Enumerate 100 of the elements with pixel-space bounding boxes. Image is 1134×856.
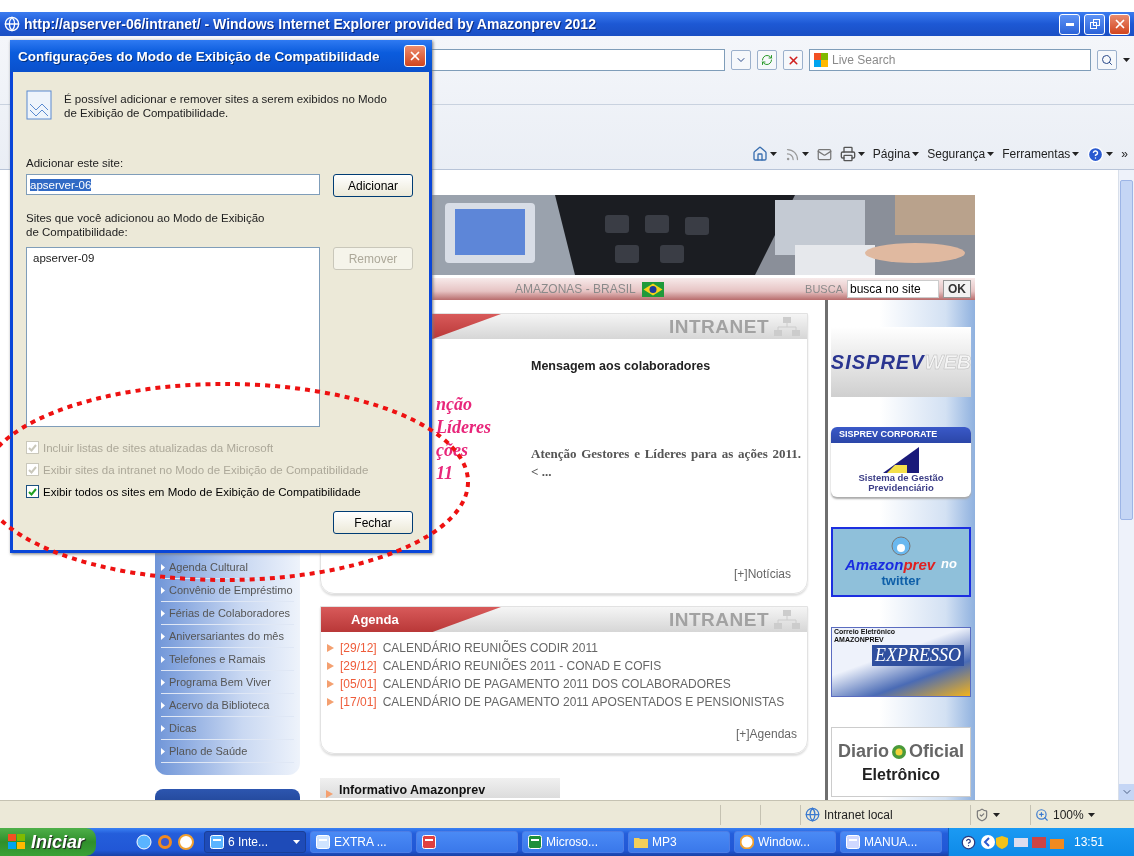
caret-icon bbox=[1106, 152, 1114, 156]
windows-logo-icon bbox=[8, 834, 26, 850]
menu-item[interactable]: Agenda Cultural bbox=[161, 556, 294, 579]
folder-icon bbox=[634, 835, 648, 849]
flag-icon bbox=[641, 281, 664, 297]
caret-icon bbox=[857, 152, 865, 156]
checkbox-label[interactable]: Exibir todos os sites em Modo de Exibição de Compatibilidade bbox=[26, 485, 413, 498]
taskbar-button[interactable]: 6 Inte... bbox=[204, 831, 306, 853]
help-icon[interactable] bbox=[961, 834, 976, 850]
checkmark-icon bbox=[28, 487, 37, 496]
scrollbar[interactable] bbox=[1118, 170, 1134, 800]
print-button[interactable] bbox=[839, 146, 865, 162]
arrow-icon bbox=[161, 609, 165, 617]
more-button[interactable]: » bbox=[1121, 147, 1128, 161]
taskbar-button[interactable]: Microso... bbox=[522, 831, 624, 853]
menu-item[interactable]: Acervo da Biblioteca bbox=[161, 694, 294, 717]
close-button[interactable] bbox=[1109, 13, 1130, 35]
zoom-button[interactable]: 100% bbox=[1030, 804, 1120, 825]
media-icon[interactable] bbox=[178, 834, 194, 850]
agenda-item[interactable]: [29/12] CALENDÁRIO REUNIÕES CODIR 2011 bbox=[327, 640, 807, 656]
taskbar-button[interactable]: EXTRA ... bbox=[310, 831, 412, 853]
arrow-icon bbox=[327, 644, 334, 652]
checkbox[interactable] bbox=[26, 485, 39, 498]
stop-icon bbox=[786, 53, 800, 67]
promo-text: nção bbox=[436, 394, 473, 415]
menu-item[interactable]: Programa Bem Viver bbox=[161, 671, 294, 694]
site-field[interactable]: apserver-06 bbox=[26, 174, 320, 195]
agenda-item[interactable]: [17/01] CALENDÁRIO DE PAGAMENTO 2011 APOSENTADOS E PENSIONISTAS bbox=[327, 694, 807, 710]
arrow-icon bbox=[161, 632, 165, 640]
caret-icon bbox=[993, 812, 1000, 817]
search-field[interactable]: Live Search bbox=[809, 49, 1091, 71]
program-icon bbox=[528, 835, 542, 849]
ok-button[interactable]: OK bbox=[943, 280, 971, 298]
caret-icon bbox=[1072, 152, 1080, 156]
toolbar-menu[interactable]: Ferramentas bbox=[1002, 147, 1080, 161]
arrow-icon bbox=[161, 563, 165, 571]
document-icon bbox=[26, 90, 52, 120]
printer-icon bbox=[839, 146, 856, 162]
minimize-button[interactable] bbox=[1059, 13, 1080, 35]
field-label: Adicionar este site: bbox=[26, 156, 125, 170]
arrow-icon bbox=[161, 724, 165, 732]
refresh-button[interactable] bbox=[757, 50, 777, 70]
window-title: http://apserver-06/intranet/ - Windows Internet Explorer provided by Amazonprev 2012 bbox=[24, 16, 597, 32]
minimize-icon bbox=[1065, 22, 1074, 26]
media-icon bbox=[740, 835, 754, 849]
caret-icon bbox=[912, 152, 920, 156]
more-news-link[interactable]: [+]Notícias bbox=[733, 567, 791, 581]
add-button[interactable]: Adicionar bbox=[333, 174, 413, 197]
menu-item[interactable]: Plano de Saúde bbox=[161, 740, 294, 763]
menu-item[interactable]: Aniversariantes do mês bbox=[161, 625, 294, 648]
news-summary: Atenção Gestores e Líderes para as ações 2011. < ... bbox=[531, 445, 801, 481]
banner-text: Previdenciário bbox=[868, 483, 934, 494]
brand-text: INTRANET bbox=[668, 608, 769, 631]
refresh-icon bbox=[761, 54, 773, 66]
more-agenda-link[interactable]: [+]Agendas bbox=[735, 727, 797, 741]
toolbar-menu[interactable]: Página bbox=[872, 147, 920, 161]
help-button[interactable] bbox=[1087, 145, 1114, 163]
taskbar-button[interactable]: MP3 bbox=[628, 831, 730, 853]
intro-text: É possível adicionar e remover sites a serem exibidos no Modo de Exibição de Compatibilidade. bbox=[64, 92, 388, 120]
menu-item[interactable]: Telefones e Ramais bbox=[161, 648, 294, 671]
start-button[interactable]: Iniciar bbox=[0, 828, 96, 856]
logo-text: EXPRESSO bbox=[872, 645, 964, 667]
list-label: Sites que você adicionou ao Modo de Exibição de Compatibilidade: bbox=[26, 211, 266, 239]
taskbar-button[interactable]: MANUA... bbox=[840, 831, 942, 853]
banner-link[interactable]: Amazonprev no twitter bbox=[831, 527, 971, 597]
menu-item[interactable]: Convênio de Empréstimo bbox=[161, 579, 294, 602]
logo-text: Amazon bbox=[845, 556, 904, 573]
caret-icon bbox=[1087, 812, 1095, 817]
mail-button[interactable] bbox=[816, 146, 832, 162]
taskbar-button[interactable]: Window... bbox=[734, 831, 836, 853]
globe-icon bbox=[805, 807, 820, 822]
banner-link[interactable]: SISPREV CORPORATE Sistema de Gestão Previdenciário bbox=[831, 427, 971, 497]
arrow-icon bbox=[161, 655, 165, 663]
restore-button[interactable] bbox=[1084, 13, 1105, 35]
menu-item[interactable]: Férias de Colaboradores bbox=[161, 602, 294, 625]
toolbar-menu[interactable]: Segurança bbox=[927, 147, 995, 161]
globe-icon[interactable] bbox=[136, 834, 152, 850]
agenda-item[interactable]: [05/01] CALENDÁRIO DE PAGAMENTO 2011 DOS COLABORADORES bbox=[327, 676, 807, 692]
sites-list[interactable]: apserver-09 bbox=[26, 247, 320, 427]
help-icon bbox=[1087, 145, 1105, 163]
close-dialog-button[interactable]: Fechar bbox=[333, 511, 413, 534]
checkbox-label: Exibir sites da intranet no Modo de Exibição de Compatibilidade bbox=[26, 463, 413, 476]
close-button[interactable] bbox=[404, 45, 426, 67]
logo-text: Oficial bbox=[909, 740, 964, 762]
stop-button[interactable] bbox=[783, 50, 803, 70]
promo-text: ções bbox=[436, 440, 469, 461]
agenda-item[interactable]: [29/12] CALENDÁRIO REUNIÕES 2011 - CONAD E COFIS bbox=[327, 658, 807, 674]
shield-icon bbox=[975, 807, 989, 822]
logo-text: Diario bbox=[837, 740, 889, 762]
feeds-button[interactable] bbox=[784, 146, 809, 162]
arrow-icon bbox=[161, 586, 165, 594]
menu-item[interactable]: Dicas bbox=[161, 717, 294, 740]
caret-icon bbox=[293, 840, 300, 844]
close-icon bbox=[408, 49, 422, 63]
home-button[interactable] bbox=[751, 146, 777, 162]
scroll-thumb[interactable] bbox=[1120, 180, 1133, 520]
banner-link[interactable]: Diario Oficial Eletrônico bbox=[831, 727, 971, 797]
search-button[interactable] bbox=[1097, 50, 1117, 70]
site-search-field[interactable]: busca no site bbox=[847, 280, 939, 298]
taskbar-button[interactable] bbox=[416, 831, 518, 853]
